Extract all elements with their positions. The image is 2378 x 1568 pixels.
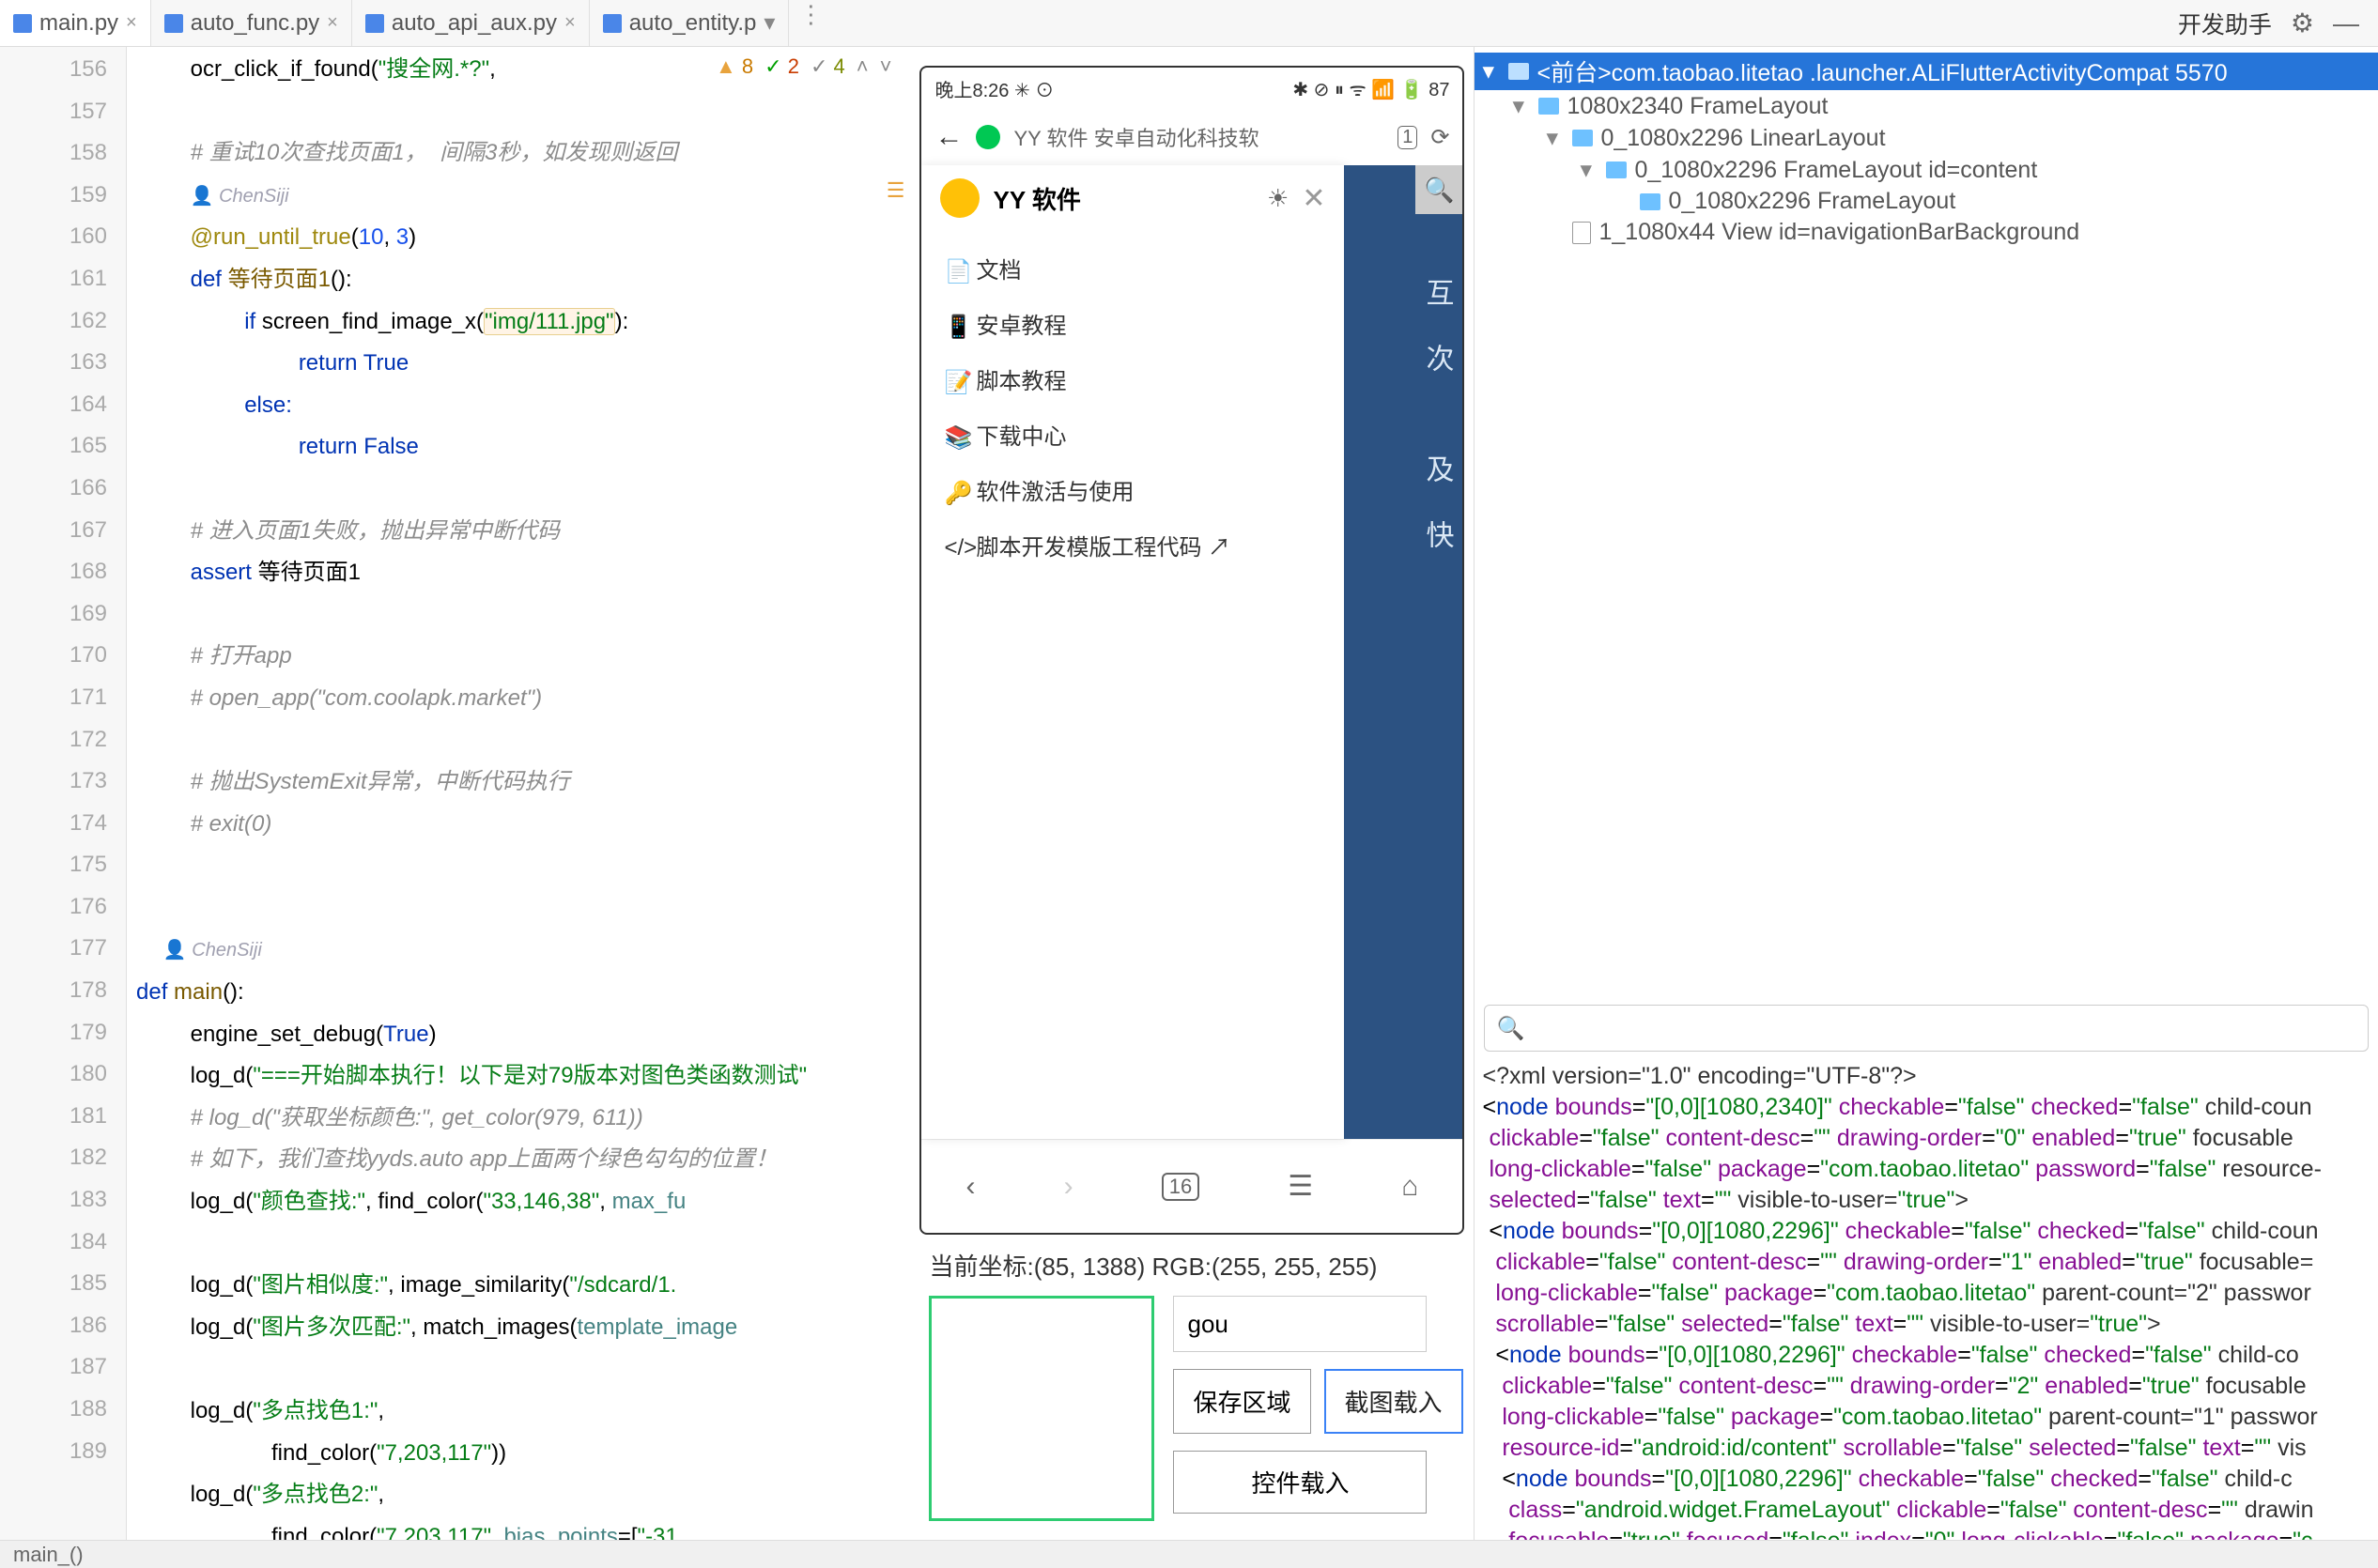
nav-menu-icon[interactable]: ☰ — [1288, 1170, 1313, 1203]
chevron-up-icon[interactable]: ˄ — [857, 54, 869, 79]
books-icon: 📚 — [944, 424, 965, 445]
back-icon[interactable]: ← — [934, 121, 963, 153]
assistant-title: 开发助手 — [2178, 7, 2272, 40]
drawer-item-script-tutorial[interactable]: 📝脚本教程 — [921, 351, 1344, 407]
folder-icon — [1508, 63, 1529, 80]
drawer-item-template-code[interactable]: </>脚本开发模版工程代码 ↗ — [921, 517, 1344, 573]
address-text[interactable]: YY 软件 安卓自动化科技软 — [1013, 122, 1384, 152]
filename-input[interactable] — [1173, 1296, 1427, 1352]
status-bar: main_() — [0, 1540, 2378, 1568]
tree-node[interactable]: 1_1080x44 View id=navigationBarBackgroun… — [1475, 217, 2378, 248]
chevron-down-icon[interactable]: ▾ — [1580, 156, 1598, 184]
ui-tree[interactable]: ▾<前台>com.taobao.litetao .launcher.ALiFlu… — [1475, 47, 2378, 999]
chevron-down-icon[interactable]: ▾ — [1546, 124, 1565, 152]
nav-home-icon[interactable]: ⌂ — [1401, 1171, 1418, 1203]
nav-forward-icon[interactable]: › — [1064, 1171, 1073, 1203]
tab-auto-entity[interactable]: auto_entity.p ▾ — [590, 0, 790, 46]
author-hint: ChenSiji — [191, 176, 289, 218]
badge-typos[interactable]: 4 — [811, 54, 845, 79]
drawer-item-android-tutorial[interactable]: 📱安卓教程 — [921, 296, 1344, 351]
close-icon[interactable]: × — [564, 12, 576, 34]
chevron-down-icon[interactable]: ˅ — [880, 54, 892, 79]
chevron-down-icon[interactable]: ▾ — [1482, 57, 1501, 85]
page-background: 🔍 互次 及快 — [1344, 165, 1462, 1139]
python-file-icon — [164, 14, 183, 33]
pencil-icon: 📝 — [944, 369, 965, 390]
phone-icon: 📱 — [944, 314, 965, 334]
chevron-down-icon[interactable]: ▾ — [764, 9, 775, 37]
tab-label: auto_entity.p — [629, 10, 757, 37]
shield-icon[interactable] — [976, 125, 1000, 149]
close-icon[interactable]: × — [327, 12, 338, 34]
vertical-text: 互次 及快 — [1415, 278, 1457, 586]
chevron-down-icon[interactable]: ▾ — [1512, 92, 1531, 120]
drawer-items-list: 📄文档 📱安卓教程 📝脚本教程 📚下载中心 🔑软件激活与使用 </>脚本开发模版… — [921, 231, 1344, 582]
tab-label: auto_api_aux.py — [392, 10, 557, 37]
inspection-badges[interactable]: 8 2 4 ˄ ˅ — [716, 54, 891, 79]
python-file-icon — [603, 14, 622, 33]
side-drawer: YY 软件 ☀ ✕ 📄文档 📱安卓教程 📝脚本教程 📚下载中心 🔑软件激活与使用… — [921, 165, 1344, 1139]
site-logo-icon — [940, 178, 980, 218]
badge-warnings[interactable]: 8 — [716, 54, 753, 79]
tab-main-py[interactable]: main.py × — [0, 0, 151, 46]
more-icon[interactable]: ⋮ — [789, 0, 832, 46]
search-icon[interactable]: 🔍 — [1415, 165, 1462, 214]
python-file-icon — [13, 14, 32, 33]
capture-preview-box[interactable] — [929, 1296, 1154, 1521]
key-icon: 🔑 — [944, 480, 965, 500]
xml-dump[interactable]: <?xml version="1.0" encoding="UTF-8"?> <… — [1475, 1057, 2378, 1540]
controls-load-button[interactable]: 控件载入 — [1173, 1451, 1427, 1514]
code-icon: </> — [944, 535, 965, 556]
browser-address-bar: ← YY 软件 安卓自动化科技软 1 ⟳ — [921, 109, 1462, 165]
coordinate-readout: 当前坐标:(85, 1388) RGB:(255, 255, 255) — [919, 1248, 1377, 1283]
close-icon[interactable]: ✕ — [1302, 182, 1325, 215]
drawer-title: YY 软件 — [993, 181, 1254, 216]
tree-node[interactable]: ▾0_1080x2296 FrameLayout id=content — [1475, 154, 2378, 186]
tab-label: main.py — [39, 10, 118, 37]
folder-icon — [1538, 98, 1559, 115]
nav-tabs-button[interactable]: 16 — [1162, 1173, 1199, 1201]
file-icon — [1572, 222, 1591, 244]
browser-nav-bar: ‹ › 16 ☰ ⌂ — [921, 1139, 1462, 1233]
save-region-button[interactable]: 保存区域 — [1173, 1369, 1310, 1434]
close-icon[interactable]: × — [126, 12, 137, 34]
code-editor[interactable]: ocr_click_if_found("搜全网.*?", # 重试10次查找页面… — [127, 47, 910, 1540]
hamburger-icon[interactable]: ☰ — [887, 178, 905, 203]
drawer-item-download[interactable]: 📚下载中心 — [921, 407, 1344, 462]
tree-node[interactable]: ▾1080x2340 FrameLayout — [1475, 90, 2378, 122]
breadcrumb: main_() — [13, 1543, 84, 1566]
screenshot-load-button[interactable]: 截图载入 — [1324, 1369, 1463, 1434]
tab-label: auto_func.py — [191, 10, 319, 37]
tree-search-input[interactable]: 🔍 — [1484, 1005, 2369, 1052]
tree-node-root[interactable]: ▾<前台>com.taobao.litetao .launcher.ALiFlu… — [1475, 53, 2378, 90]
tab-auto-func[interactable]: auto_func.py × — [151, 0, 352, 46]
editor-tabs: main.py × auto_func.py × auto_api_aux.py… — [0, 0, 2159, 46]
folder-icon — [1572, 130, 1593, 146]
tree-node[interactable]: ▾0_1080x2296 LinearLayout — [1475, 122, 2378, 154]
python-file-icon — [365, 14, 384, 33]
gear-icon[interactable]: ⚙ — [2291, 8, 2314, 38]
tree-node[interactable]: 0_1080x2296 FrameLayout — [1475, 186, 2378, 217]
folder-icon — [1606, 161, 1627, 178]
minimize-icon[interactable]: — — [2333, 8, 2359, 38]
tab-auto-api-aux[interactable]: auto_api_aux.py × — [352, 0, 590, 46]
tab-count-badge[interactable]: 1 — [1397, 126, 1417, 149]
folder-icon — [1640, 193, 1660, 210]
phone-mirror[interactable]: 晚上8:26 ✳ ⊙ ✱ ⊘ ⏸ ᯤ 📶 🔋 87 ← YY 软件 安卓自动化科… — [919, 66, 1464, 1235]
drawer-item-activation[interactable]: 🔑软件激活与使用 — [921, 462, 1344, 517]
line-gutter: 1561571581591601611621631641651661671681… — [0, 47, 127, 1540]
nav-back-icon[interactable]: ‹ — [966, 1171, 976, 1203]
document-icon: 📄 — [944, 258, 965, 279]
phone-status-bar: 晚上8:26 ✳ ⊙ ✱ ⊘ ⏸ ᯤ 📶 🔋 87 — [921, 68, 1462, 109]
drawer-item-docs[interactable]: 📄文档 — [921, 240, 1344, 296]
author-hint: ChenSiji — [163, 930, 262, 972]
badge-errors[interactable]: 2 — [764, 54, 799, 79]
reload-icon[interactable]: ⟳ — [1430, 124, 1449, 151]
theme-toggle-icon[interactable]: ☀ — [1267, 184, 1289, 213]
